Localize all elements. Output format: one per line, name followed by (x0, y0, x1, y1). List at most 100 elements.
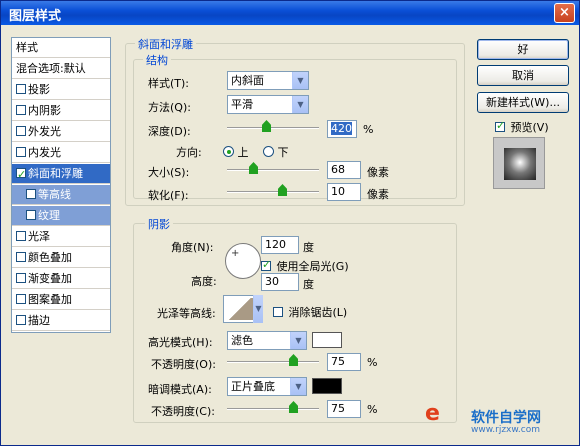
close-button[interactable]: × (554, 3, 575, 23)
radio-down[interactable] (263, 146, 274, 157)
style-preview-thumbnail (493, 137, 545, 189)
style-item-label: 内发光 (28, 146, 61, 159)
highlight-opacity-slider[interactable] (227, 354, 319, 367)
style-item-checkbox[interactable] (16, 105, 26, 115)
preview-option[interactable]: 预览(V) (495, 119, 549, 135)
angle-input[interactable]: 120 (261, 236, 299, 254)
style-item-label: 光泽 (28, 230, 50, 243)
soften-input[interactable]: 10 (327, 183, 361, 201)
watermark-url: www.rjzxw.com (471, 425, 540, 435)
style-item-checkbox[interactable] (26, 189, 36, 199)
style-item-label: 等高线 (38, 188, 71, 201)
angle-label: 角度(N): (171, 241, 214, 254)
style-item[interactable]: 描边 (12, 311, 110, 331)
chevron-down-icon: ▼ (290, 378, 306, 395)
style-item-label: 渐变叠加 (28, 272, 72, 285)
size-unit: 像素 (367, 166, 389, 179)
depth-label: 深度(D): (148, 125, 191, 138)
style-item[interactable]: 等高线 (12, 185, 110, 205)
slider-track (227, 191, 319, 193)
size-label: 大小(S): (148, 166, 190, 179)
style-item-checkbox[interactable] (16, 126, 26, 136)
gloss-contour-dropdown[interactable]: ▼ (253, 295, 263, 323)
angle-unit: 度 (303, 241, 314, 254)
highlight-opacity-input[interactable]: 75 (327, 353, 361, 371)
style-item-checkbox[interactable] (16, 231, 26, 241)
technique-select[interactable]: 平滑 ▼ (227, 95, 309, 114)
size-slider[interactable] (227, 162, 319, 175)
styles-header[interactable]: 样式 (12, 38, 110, 58)
gloss-contour-picker[interactable] (223, 295, 257, 323)
highlight-mode-select[interactable]: 滤色 ▼ (227, 331, 307, 350)
style-select[interactable]: 内斜面 ▼ (227, 71, 309, 90)
direction-down-label: 下 (277, 146, 289, 159)
antialias-label: 消除锯齿(L) (288, 306, 348, 319)
style-item-label: 纹理 (38, 209, 60, 222)
shadow-color-swatch[interactable] (312, 378, 342, 394)
depth-slider[interactable] (227, 120, 319, 133)
shadow-mode-select[interactable]: 正片叠底 ▼ (227, 377, 307, 396)
size-input[interactable]: 68 (327, 161, 361, 179)
style-item[interactable]: 光泽 (12, 227, 110, 247)
style-item[interactable]: 斜面和浮雕 (12, 164, 110, 185)
soften-slider[interactable] (227, 184, 319, 197)
style-item-label: 外发光 (28, 125, 61, 138)
style-item-label: 投影 (28, 83, 50, 96)
slider-track (227, 127, 319, 129)
style-item[interactable]: 图案叠加 (12, 290, 110, 310)
shadow-opacity-input[interactable]: 75 (327, 400, 361, 418)
style-select-value: 内斜面 (231, 74, 264, 87)
contour-preview-icon (226, 298, 254, 320)
highlight-opacity-unit: % (367, 356, 378, 369)
highlight-color-swatch[interactable] (312, 332, 342, 348)
shadow-mode-value: 正片叠底 (231, 380, 275, 393)
style-item-checkbox[interactable] (16, 273, 26, 283)
title-bar[interactable]: 图层样式 × (1, 1, 579, 25)
shadow-opacity-unit: % (367, 403, 378, 416)
preview-label: 预览(V) (510, 121, 549, 134)
layer-style-dialog: 图层样式 × 样式 混合选项:默认 投影内阴影外发光内发光斜面和浮雕等高线纹理光… (0, 0, 580, 446)
style-item[interactable]: 投影 (12, 80, 110, 100)
style-item[interactable]: 纹理 (12, 206, 110, 226)
style-item-checkbox[interactable] (16, 84, 26, 94)
style-item[interactable]: 内发光 (12, 143, 110, 163)
new-style-button[interactable]: 新建样式(W)... (477, 92, 569, 113)
altitude-input[interactable]: 30 (261, 273, 299, 291)
gloss-contour-label: 光泽等高线: (157, 307, 216, 320)
global-light-option[interactable]: 使用全局光(G) (261, 258, 349, 274)
style-item[interactable]: 内阴影 (12, 101, 110, 121)
preview-checkbox[interactable] (495, 119, 505, 132)
highlight-mode-label: 高光模式(H): (148, 336, 213, 349)
style-item-checkbox[interactable] (16, 165, 26, 185)
style-item-label: 描边 (28, 314, 50, 327)
angle-dial[interactable]: + (225, 243, 261, 279)
antialias-checkbox[interactable] (273, 307, 283, 317)
style-item[interactable]: 颜色叠加 (12, 248, 110, 268)
radio-up[interactable] (223, 146, 234, 157)
style-item[interactable]: 外发光 (12, 122, 110, 142)
style-item-checkbox[interactable] (16, 147, 26, 157)
shadow-opacity-slider[interactable] (227, 401, 319, 414)
technique-select-value: 平滑 (231, 98, 253, 111)
global-light-checkbox[interactable] (261, 258, 271, 271)
style-item-checkbox[interactable] (26, 210, 36, 220)
antialias-option[interactable]: 消除锯齿(L) (273, 304, 347, 320)
ok-button[interactable]: 好 (477, 39, 569, 60)
cancel-button[interactable]: 取消 (477, 65, 569, 86)
style-item-checkbox[interactable] (16, 252, 26, 262)
watermark-brand: 软件自学网 (471, 410, 541, 426)
depth-unit: % (363, 123, 374, 136)
preview-bevel-swatch (504, 148, 536, 180)
shading-title: 阴影 (145, 216, 173, 232)
direction-down-option[interactable]: 下 (263, 144, 289, 160)
direction-up-option[interactable]: 上 (223, 144, 249, 160)
blending-options-item[interactable]: 混合选项:默认 (12, 59, 110, 79)
style-item-label: 图案叠加 (28, 293, 72, 306)
shadow-opacity-label: 不透明度(C): (151, 405, 215, 418)
style-item-checkbox[interactable] (16, 294, 26, 304)
style-item-checkbox[interactable] (16, 315, 26, 325)
site-watermark: e 软件自学网 www.rjzxw.com (425, 397, 575, 441)
style-item[interactable]: 渐变叠加 (12, 269, 110, 289)
crosshair-icon: + (231, 248, 240, 259)
depth-input[interactable]: 420 (327, 120, 357, 138)
